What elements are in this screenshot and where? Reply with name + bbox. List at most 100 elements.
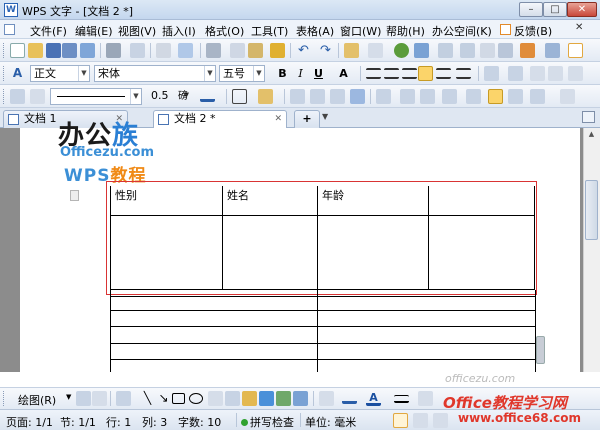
sort-icon[interactable] <box>530 89 545 104</box>
outside-border-icon[interactable] <box>232 89 247 104</box>
page-view-icon[interactable] <box>393 413 408 428</box>
align-right-icon[interactable] <box>402 68 417 79</box>
line-color-icon[interactable] <box>342 391 357 404</box>
help-icon[interactable] <box>545 43 560 58</box>
eraser-icon[interactable] <box>30 89 45 104</box>
justify-icon[interactable] <box>418 66 433 81</box>
menu-file[interactable]: 文件(F) <box>30 23 67 39</box>
paste-icon[interactable] <box>248 43 263 58</box>
split-table-icon[interactable] <box>350 89 365 104</box>
align-center-icon[interactable] <box>384 68 399 79</box>
save-as-icon[interactable] <box>62 43 77 58</box>
picture-icon[interactable] <box>293 391 308 406</box>
wordart-icon[interactable] <box>242 391 257 406</box>
menu-close-doc-icon[interactable]: ✕ <box>575 22 583 33</box>
menu-edit[interactable]: 编辑(E) <box>75 23 113 39</box>
columns-icon[interactable] <box>438 43 453 58</box>
split-cells-icon[interactable] <box>330 89 345 104</box>
distribute-rows-icon[interactable] <box>400 89 415 104</box>
scroll-up-icon[interactable]: ▲ <box>586 130 597 142</box>
cut-icon[interactable] <box>206 43 221 58</box>
copy-icon[interactable] <box>230 43 245 58</box>
line-style-select[interactable]: ▼ <box>50 88 142 105</box>
shading-color-icon[interactable] <box>258 89 273 104</box>
format-painter-icon[interactable] <box>270 43 285 58</box>
distributed-icon[interactable] <box>436 68 451 79</box>
cell-align-icon[interactable] <box>376 89 391 104</box>
show-hide-icon[interactable] <box>498 43 513 58</box>
border-color-icon[interactable] <box>200 89 215 102</box>
rotate-icon[interactable] <box>92 391 107 406</box>
clipart-icon[interactable] <box>276 391 291 406</box>
menu-insert[interactable]: 插入(I) <box>162 23 196 39</box>
table-style-icon[interactable] <box>488 89 503 104</box>
chevron-down-icon[interactable]: ▼ <box>66 393 71 401</box>
menu-tools[interactable]: 工具(T) <box>251 23 288 39</box>
indent-icon[interactable] <box>548 66 563 81</box>
select-objects-icon[interactable] <box>76 391 91 406</box>
outline-view-icon[interactable] <box>413 413 428 428</box>
outdent-icon[interactable] <box>530 66 545 81</box>
autoshapes-icon[interactable] <box>116 391 131 406</box>
table-sum-icon[interactable] <box>560 89 575 104</box>
font-color-icon[interactable]: A <box>366 391 381 406</box>
textbox-icon[interactable] <box>208 391 223 406</box>
maximize-button[interactable]: □ <box>543 2 567 17</box>
open-icon[interactable] <box>28 43 43 58</box>
styles-pane-icon[interactable]: A <box>10 66 25 81</box>
scroll-thumb[interactable] <box>585 180 598 240</box>
line-icon[interactable]: ╲ <box>140 391 155 406</box>
print-icon[interactable] <box>106 43 121 58</box>
pdf-export-icon[interactable] <box>156 43 171 58</box>
close-button[interactable]: ✕ <box>567 2 597 17</box>
border-shading-icon[interactable] <box>568 66 583 81</box>
diagram-icon[interactable] <box>259 391 274 406</box>
tab-dropdown-icon[interactable]: ▼ <box>322 112 328 121</box>
line-spacing-icon[interactable] <box>456 68 471 79</box>
style-select[interactable]: 正文 ▼ <box>30 65 90 82</box>
menu-view[interactable]: 视图(V) <box>118 23 156 39</box>
web-view-icon[interactable] <box>433 413 448 428</box>
print-preview-icon[interactable] <box>130 43 145 58</box>
spell-check-icon[interactable] <box>178 43 193 58</box>
table-grid-icon[interactable] <box>460 43 475 58</box>
formula-icon[interactable] <box>368 43 383 58</box>
autofit-icon[interactable] <box>466 89 481 104</box>
menu-window[interactable]: 窗口(W) <box>340 23 381 39</box>
table-autoformat-icon[interactable] <box>442 89 457 104</box>
bullets-icon[interactable] <box>508 66 523 81</box>
underline-button[interactable]: U <box>311 66 326 81</box>
fill-color-icon[interactable] <box>319 391 334 406</box>
insert-picture-icon[interactable] <box>414 43 429 58</box>
font-select[interactable]: 宋体 ▼ <box>94 65 216 82</box>
reading-layout-icon[interactable] <box>568 43 583 58</box>
char-border-button[interactable]: A <box>336 66 351 81</box>
arrow-icon[interactable]: ↘ <box>156 391 171 406</box>
rectangle-icon[interactable] <box>172 393 185 404</box>
italic-button[interactable]: I <box>293 66 308 81</box>
minimize-button[interactable]: – <box>519 2 543 17</box>
tab-close-icon[interactable]: ✕ <box>274 111 282 127</box>
menu-office-space[interactable]: 办公空间(K) <box>432 23 492 39</box>
zoom-icon[interactable] <box>520 43 535 58</box>
hyperlink-icon[interactable] <box>394 43 409 58</box>
line-style-icon[interactable] <box>394 395 409 403</box>
email-icon[interactable] <box>80 43 95 58</box>
document-map-icon[interactable] <box>480 43 495 58</box>
new-tab-button[interactable]: + <box>294 110 320 128</box>
menu-help[interactable]: 帮助(H) <box>386 23 425 39</box>
draw-table-icon[interactable] <box>10 89 25 104</box>
table-properties-icon[interactable] <box>508 89 523 104</box>
menu-format[interactable]: 格式(O) <box>205 23 244 39</box>
undo-icon[interactable]: ↶ <box>296 43 311 58</box>
menu-table[interactable]: 表格(A) <box>296 23 334 39</box>
font-size-select[interactable]: 五号 ▼ <box>219 65 265 82</box>
table-resize-handle[interactable] <box>536 336 545 364</box>
distribute-columns-icon[interactable] <box>420 89 435 104</box>
vertical-scrollbar[interactable] <box>583 128 600 372</box>
new-document-icon[interactable] <box>10 43 25 58</box>
tab-list-icon[interactable] <box>582 111 595 123</box>
vertical-textbox-icon[interactable] <box>225 391 240 406</box>
tab-document-2[interactable]: 文档 2 * ✕ <box>153 110 287 129</box>
spell-check-toggle[interactable]: 拼写检查 <box>241 414 294 430</box>
